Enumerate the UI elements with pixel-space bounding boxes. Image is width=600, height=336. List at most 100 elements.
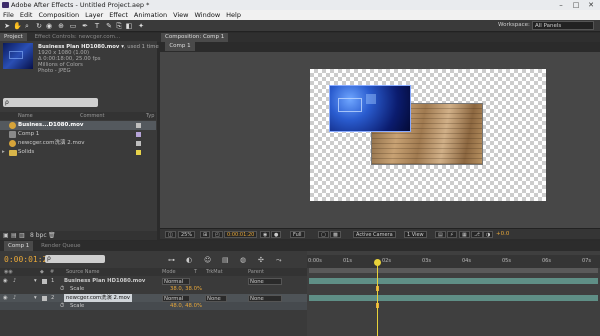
col-mode[interactable]: Mode [162, 268, 176, 276]
layer-name[interactable]: newcger.com洗演 2.mov [64, 294, 133, 302]
eraser-tool-icon[interactable]: ◧ [125, 22, 133, 30]
brainstorm-icon[interactable]: ✣ [258, 256, 264, 264]
col-name[interactable]: Name [18, 112, 33, 120]
label-color-swatch[interactable] [136, 123, 141, 128]
bit-depth-label[interactable]: 8 bpc [30, 232, 47, 239]
comp-mini-flowchart-icon[interactable]: ⊶ [168, 256, 175, 264]
visibility-eye-icon[interactable]: ◉ [3, 277, 8, 285]
project-item[interactable]: Busines...D1080.mov [0, 121, 156, 130]
label-color-swatch[interactable] [42, 295, 47, 301]
col-source-name[interactable]: Source Name [66, 268, 100, 276]
audio-icon[interactable]: ♪ [13, 294, 16, 302]
timeline-search-input[interactable]: ρ [45, 255, 105, 263]
view-layout-select[interactable]: 1 View [404, 231, 427, 238]
tab-composition[interactable]: Composition: Comp 1 [161, 33, 229, 42]
always-preview-icon[interactable]: ◫ [165, 231, 176, 238]
type-tool-icon[interactable]: T [93, 22, 101, 30]
col-trkmat[interactable]: TrkMat [206, 268, 223, 276]
stopwatch-icon[interactable]: ⏱ [60, 302, 64, 310]
project-item[interactable]: newcger.com洗演 2.mov [0, 139, 156, 148]
timeline-icon[interactable]: ▦ [459, 231, 470, 238]
col-comment[interactable]: Comment [80, 112, 105, 120]
col-parent[interactable]: Parent [248, 268, 264, 276]
tab-effect-controls[interactable]: Effect Controls: newcger.com... [31, 33, 125, 41]
zoom-select[interactable]: 25% [178, 231, 196, 238]
label-color-swatch[interactable] [136, 132, 141, 137]
layer-duration-bar[interactable] [309, 295, 598, 301]
snapshot-icon[interactable]: ◉ [260, 231, 271, 238]
hand-tool-icon[interactable]: ✋ [13, 22, 22, 30]
menu-composition[interactable]: Composition [38, 10, 79, 20]
layer-parent-select[interactable]: None [248, 277, 282, 285]
toggle-pixel-aspect-icon[interactable]: ▤ [435, 231, 446, 238]
layer-row-1[interactable]: ◉ ♪ ▾ 1 Business Plan HD1080.mov Normal … [0, 277, 307, 285]
workspace-select[interactable]: All Panels [532, 21, 594, 30]
layer-duration-bar[interactable] [309, 278, 598, 284]
label-color-swatch[interactable] [136, 150, 141, 155]
menu-animation[interactable]: Animation [134, 10, 167, 20]
trash-icon[interactable]: 🗑 [48, 232, 56, 239]
layer-parent-select[interactable]: None [248, 294, 282, 302]
layer-property-row[interactable]: ⏱ Scale 48.0, 48.0% [0, 302, 307, 310]
comp-subtab[interactable]: Comp 1 [165, 42, 195, 51]
audio-icon[interactable]: ♪ [13, 277, 16, 285]
expand-arrow-icon[interactable]: ▸ [2, 148, 5, 157]
twirl-down-icon[interactable]: ▾ [34, 294, 37, 302]
project-search-input[interactable]: ρ [3, 98, 98, 107]
frame-blend-icon[interactable]: ▤ [222, 256, 229, 264]
reset-exposure-icon[interactable]: ◑ [483, 231, 494, 238]
layer-mode-select[interactable]: Normal [162, 294, 190, 302]
close-button[interactable]: ✕ [584, 0, 598, 10]
layer-mode-select[interactable]: Normal [162, 277, 190, 285]
comp-flowchart-icon[interactable]: ⎇ [471, 231, 483, 238]
transparency-grid-icon[interactable]: ▩ [330, 231, 341, 238]
col-t[interactable]: T [194, 268, 197, 276]
rotate-tool-icon[interactable]: ↻ [35, 22, 43, 30]
menu-view[interactable]: View [173, 10, 188, 20]
menu-layer[interactable]: Layer [85, 10, 103, 20]
label-color-swatch[interactable] [42, 278, 47, 284]
playhead-handle[interactable] [374, 259, 381, 266]
motion-blur-icon[interactable]: ◍ [240, 256, 246, 264]
interpret-footage-icon[interactable]: ▣ [3, 232, 9, 239]
playhead-line[interactable] [377, 260, 378, 336]
mask-visibility-icon[interactable]: ◰ [212, 231, 223, 238]
selection-tool-icon[interactable]: ➤ [3, 22, 11, 30]
show-channel-icon[interactable]: ● [271, 231, 282, 238]
puppet-tool-icon[interactable]: ✦ [137, 22, 145, 30]
project-item[interactable]: ▸ Solids [0, 148, 156, 157]
menu-help[interactable]: Help [226, 10, 241, 20]
tab-project[interactable]: Project [0, 33, 27, 41]
stopwatch-icon[interactable]: ⏱ [60, 285, 64, 293]
menu-edit[interactable]: Edit [20, 10, 33, 20]
tab-comp1-timeline[interactable]: Comp 1 [4, 241, 34, 251]
tab-render-queue[interactable]: Render Queue [37, 241, 84, 251]
property-value[interactable]: 38.0, 38.0% [170, 285, 202, 293]
layer-name[interactable]: Business Plan HD1080.mov [64, 277, 145, 285]
new-folder-icon[interactable]: ▤ [11, 232, 17, 239]
safe-zones-icon[interactable]: ⊞ [200, 231, 211, 238]
graph-editor-icon[interactable]: ⤳ [276, 256, 282, 265]
resolution-select[interactable]: Full [290, 231, 305, 238]
time-ruler[interactable]: 0:00s 01s 02s 03s 04s 05s 06s 07s [307, 255, 600, 268]
menu-window[interactable]: Window [195, 10, 221, 20]
minimize-button[interactable]: – [554, 0, 568, 10]
fast-previews-icon[interactable]: ⚡ [447, 231, 457, 238]
col-type[interactable]: Typ [146, 112, 154, 120]
rectangle-tool-icon[interactable]: ▭ [69, 22, 77, 30]
viewer-timecode[interactable]: 0:00:01:20 [224, 231, 258, 238]
layer-trkmat-select[interactable]: None [205, 294, 227, 302]
new-comp-icon[interactable]: ▥ [19, 232, 25, 239]
draft-3d-icon[interactable]: ◐ [186, 256, 192, 264]
shy-icon[interactable]: ☺ [204, 256, 211, 264]
exposure-value[interactable]: +0.0 [496, 231, 509, 237]
project-item[interactable]: Comp 1 [0, 130, 156, 139]
menu-effect[interactable]: Effect [109, 10, 128, 20]
menu-file[interactable]: File [3, 10, 14, 20]
property-value[interactable]: 48.0, 48.0% [170, 302, 202, 310]
twirl-down-icon[interactable]: ▾ [34, 277, 37, 285]
zoom-tool-icon[interactable]: ⌕ [23, 22, 31, 30]
camera-tool-icon[interactable]: ◉ [45, 22, 53, 30]
clone-stamp-tool-icon[interactable]: ⎘ [115, 22, 123, 30]
maximize-button[interactable]: □ [569, 0, 583, 10]
